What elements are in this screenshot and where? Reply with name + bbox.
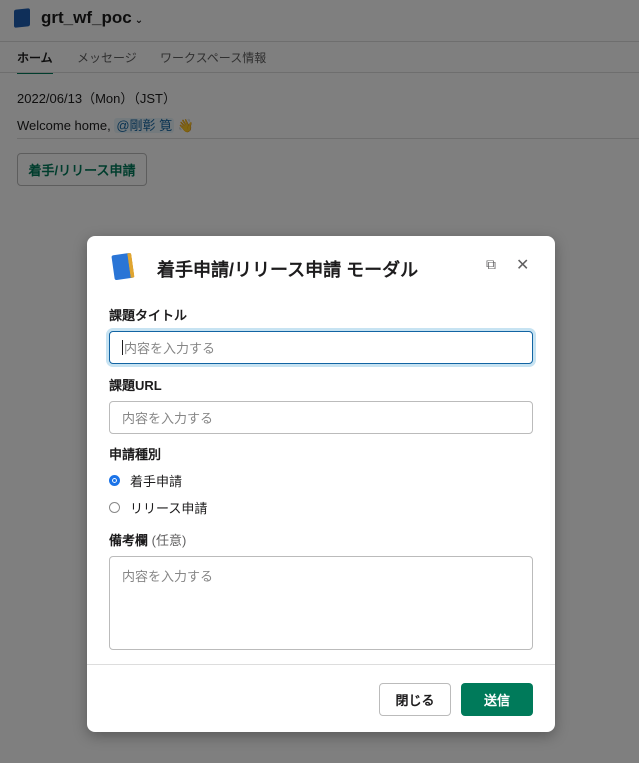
radio-unselected-icon[interactable] <box>109 502 120 513</box>
radio-label: リリース申請 <box>130 501 208 516</box>
close-icon[interactable]: ✕ <box>516 255 529 275</box>
submit-button[interactable]: 送信 <box>461 683 533 716</box>
radio-release-request[interactable]: リリース申請 <box>109 498 207 517</box>
radio-start-request[interactable]: 着手申請 <box>109 471 182 490</box>
external-link-icon[interactable]: ⧉ <box>486 256 496 273</box>
modal-title: 着手申請/リリース申請 モーダル <box>157 260 419 280</box>
optional-tag: (任意) <box>151 533 187 548</box>
radio-label: 着手申請 <box>130 474 183 489</box>
title-input[interactable]: 内容を入力する <box>109 331 533 364</box>
request-modal: 着手申請/リリース申請 モーダル ⧉ ✕ 課題タイトル 内容を入力する 課題UR… <box>87 236 555 732</box>
notes-label: 備考欄 (任意) <box>109 530 186 549</box>
radio-selected-icon[interactable] <box>109 475 120 486</box>
url-placeholder: 内容を入力する <box>122 411 214 426</box>
url-input[interactable]: 内容を入力する <box>109 401 533 434</box>
notes-label-text: 備考欄 <box>109 533 149 548</box>
url-label: 課題URL <box>109 378 162 393</box>
notes-textarea[interactable]: 内容を入力する <box>109 556 533 650</box>
footer-divider <box>87 664 555 665</box>
notes-placeholder: 内容を入力する <box>122 569 214 584</box>
title-placeholder: 内容を入力する <box>124 341 216 356</box>
type-label: 申請種別 <box>109 447 162 462</box>
close-button[interactable]: 閉じる <box>379 683 451 716</box>
book-icon <box>111 252 135 281</box>
title-label: 課題タイトル <box>109 308 188 323</box>
